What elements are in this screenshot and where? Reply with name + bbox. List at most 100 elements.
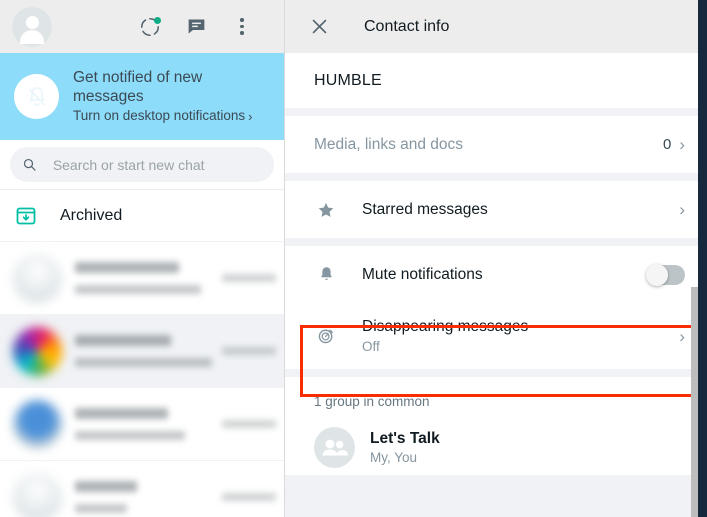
disappearing-messages-row[interactable]: Disappearing messages Off › xyxy=(285,303,707,369)
contact-info-panel: Contact info HUMBLE Media, links and doc… xyxy=(285,0,707,517)
chat-preview xyxy=(75,481,222,513)
starred-row-right: › xyxy=(679,201,685,218)
status-icon[interactable] xyxy=(138,15,162,39)
chat-avatar xyxy=(13,472,62,517)
archived-label: Archived xyxy=(60,206,123,224)
chat-time-redacted xyxy=(222,493,276,501)
chat-avatar xyxy=(13,326,62,376)
chat-time-redacted xyxy=(222,420,276,428)
window-right-edge xyxy=(698,0,707,517)
disappearing-messages-label: Disappearing messages xyxy=(362,318,529,335)
media-row-right: 0 › xyxy=(663,136,685,153)
contact-info-title: Contact info xyxy=(364,17,450,35)
search-icon xyxy=(23,158,36,171)
notification-banner-text: Get notified of new messages Turn on des… xyxy=(73,68,258,126)
chat-time-redacted xyxy=(222,274,276,282)
stopwatch-icon xyxy=(314,324,338,348)
starred-section: Starred messages › xyxy=(285,181,707,238)
desktop-notification-banner[interactable]: Get notified of new messages Turn on des… xyxy=(0,53,284,140)
chat-timestamp xyxy=(222,347,284,355)
media-count: 0 xyxy=(662,136,672,153)
media-links-docs-label: Media, links and docs xyxy=(314,135,464,153)
star-icon xyxy=(314,198,338,222)
contact-info-header: Contact info xyxy=(285,0,707,53)
group-name: Let's Talk xyxy=(370,429,440,447)
chat-list xyxy=(0,242,284,517)
group-text: Let's Talk My, You xyxy=(370,430,440,465)
chat-name-redacted xyxy=(75,481,137,492)
bell-off-icon xyxy=(14,74,59,119)
group-avatar xyxy=(314,426,355,468)
section-divider xyxy=(285,369,707,377)
toggle-knob xyxy=(646,263,668,286)
chat-list-item[interactable] xyxy=(0,315,284,388)
archived-chats-row[interactable]: Archived xyxy=(0,190,284,242)
chevron-right-icon: › xyxy=(679,135,685,154)
disappearing-messages-text: Disappearing messages Off xyxy=(362,318,528,354)
chat-name-redacted xyxy=(75,335,171,346)
scrollbar-thumb[interactable] xyxy=(691,287,698,517)
chat-timestamp xyxy=(222,493,284,501)
mute-notifications-label: Mute notifications xyxy=(362,265,483,283)
media-section: Media, links and docs 0 › xyxy=(285,116,707,173)
notification-banner-subtitle[interactable]: Turn on desktop notifications › xyxy=(73,108,258,125)
chat-list-item[interactable] xyxy=(0,388,284,461)
chat-list-panel: Get notified of new messages Turn on des… xyxy=(0,0,285,517)
chat-avatar xyxy=(13,253,62,303)
chat-message-redacted xyxy=(75,285,202,294)
disappearing-messages-value: Off xyxy=(362,339,380,354)
menu-dots xyxy=(240,18,244,35)
sidebar-header-icons xyxy=(138,15,272,39)
chevron-right-icon: › xyxy=(679,200,685,219)
notification-banner-title: Get notified of new messages xyxy=(73,68,203,106)
chat-message-redacted xyxy=(75,358,212,367)
vertical-scrollbar[interactable] xyxy=(691,0,698,517)
chat-timestamp xyxy=(222,274,284,282)
mute-notifications-toggle[interactable] xyxy=(646,263,685,286)
disappearing-row-right: › xyxy=(679,328,685,345)
chevron-right-icon: › xyxy=(679,326,685,346)
starred-messages-label: Starred messages xyxy=(362,200,488,218)
contact-name: HUMBLE xyxy=(314,71,382,89)
chat-preview xyxy=(75,262,222,294)
whatsapp-web-window: Get notified of new messages Turn on des… xyxy=(0,0,707,517)
mute-row-right xyxy=(646,263,685,286)
status-unread-dot xyxy=(154,16,161,24)
groups-in-common-label: 1 group in common xyxy=(285,377,707,419)
profile-avatar[interactable] xyxy=(12,6,52,47)
chevron-right-icon: › xyxy=(248,109,253,125)
chat-list-item[interactable] xyxy=(0,461,284,517)
group-members: My, You xyxy=(370,449,418,465)
menu-icon[interactable] xyxy=(230,15,254,39)
contact-name-section: HUMBLE xyxy=(285,53,707,108)
chat-preview xyxy=(75,408,222,440)
sidebar-header xyxy=(0,0,284,53)
chat-timestamp xyxy=(222,420,284,428)
chat-time-redacted xyxy=(222,347,276,355)
close-icon[interactable] xyxy=(307,15,331,39)
notification-banner-subtitle-text: Turn on desktop notifications xyxy=(73,108,246,124)
section-divider xyxy=(285,238,707,246)
avatar-body-shape xyxy=(20,29,44,44)
archive-box-icon xyxy=(14,204,38,228)
new-chat-icon[interactable] xyxy=(184,15,208,39)
bell-icon xyxy=(314,263,338,287)
chat-preview xyxy=(75,335,222,367)
chat-avatar xyxy=(13,399,62,449)
avatar-head-shape xyxy=(25,15,39,29)
section-divider xyxy=(285,173,707,181)
chat-name-redacted xyxy=(75,408,169,419)
media-links-docs-row[interactable]: Media, links and docs 0 › xyxy=(285,116,707,173)
chat-message-redacted xyxy=(75,431,185,440)
mute-notifications-row[interactable]: Mute notifications xyxy=(285,246,707,303)
search-input[interactable] xyxy=(52,156,262,173)
group-list-item[interactable]: Let's Talk My, You xyxy=(285,419,707,475)
starred-messages-row[interactable]: Starred messages › xyxy=(285,181,707,238)
groups-in-common-section: 1 group in common Let's Talk My, You xyxy=(285,377,707,475)
settings-section: Mute notifications Disappearing messages… xyxy=(285,246,707,369)
search-bar xyxy=(0,140,284,190)
chat-name-redacted xyxy=(75,262,180,273)
chat-message-redacted xyxy=(75,504,128,513)
search-box[interactable] xyxy=(10,147,274,182)
chat-list-item[interactable] xyxy=(0,242,284,315)
